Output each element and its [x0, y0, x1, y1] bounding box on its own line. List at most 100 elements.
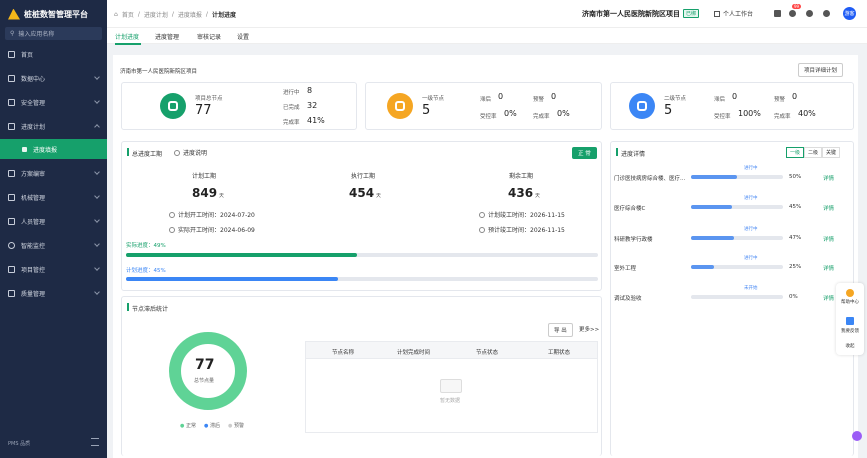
- top-bar: ⌂ 首页 / 进度计划 / 进度填报 / 计划进度 济南市第一人民医院新院区项目…: [107, 0, 867, 27]
- level-2-toggle[interactable]: 二级: [804, 147, 823, 158]
- expected-completion-text: 预计竣工时间：2026-11-15: [488, 227, 565, 234]
- sidebar-item-label: 进度填报: [33, 146, 58, 154]
- chevron-down-icon: [94, 217, 100, 223]
- progress-fill: [691, 205, 733, 209]
- kv-label: 完成率: [774, 114, 791, 120]
- project-selector[interactable]: 济南市第一人民医院新院区项目: [582, 9, 680, 19]
- remaining-duration-label: 剩余工期: [509, 173, 534, 180]
- clock-icon: [169, 211, 175, 218]
- sidebar-item-data-center[interactable]: 数据中心: [0, 67, 107, 89]
- progress-detail-link[interactable]: 详情: [823, 204, 834, 212]
- explain-link[interactable]: 进度说明: [174, 148, 207, 157]
- sidebar-item-machinery[interactable]: 机械管理: [0, 186, 107, 208]
- progress-percent: 0%: [789, 294, 798, 300]
- kv-label: 进行中: [283, 90, 300, 96]
- progress-status: 进行中: [744, 227, 758, 232]
- sidebar-search-input[interactable]: ⚲ 输入应用名称: [5, 27, 102, 40]
- sidebar-item-schedule[interactable]: 进度计划: [0, 115, 107, 137]
- export-button[interactable]: 导 出: [548, 323, 573, 337]
- collapse-button[interactable]: 收起: [836, 343, 864, 349]
- clock-icon: [479, 211, 485, 218]
- bell-icon[interactable]: [789, 10, 796, 17]
- kv-value: 0: [792, 92, 798, 101]
- app-logo[interactable]: 桩桩数智管理平台: [8, 6, 88, 22]
- gear-icon[interactable]: [823, 10, 830, 17]
- tab-progress-management[interactable]: 进度管理: [155, 32, 179, 41]
- avatar[interactable]: 游客: [843, 7, 856, 20]
- workspace-link[interactable]: 个人工作台: [714, 9, 753, 18]
- chevron-down-icon: [94, 74, 100, 80]
- level-1-toggle[interactable]: 一级: [786, 147, 805, 158]
- explain-label: 进度说明: [183, 150, 208, 157]
- stat-label: 项目总节点: [195, 96, 223, 102]
- planned-duration: 849 天: [192, 186, 224, 200]
- collapse-menu-icon[interactable]: [91, 438, 99, 446]
- progress-percent: 25%: [789, 264, 802, 270]
- column-header: 计划完成时间: [397, 350, 431, 356]
- search-icon: ⚲: [10, 30, 15, 37]
- chevron-down-icon: [94, 289, 100, 295]
- sidebar-item-personnel[interactable]: 人员管理: [0, 210, 107, 232]
- breadcrumb-item[interactable]: 进度填报: [178, 10, 202, 19]
- help-icon[interactable]: [806, 10, 813, 17]
- sidebar-item-label: 进度计划: [21, 123, 46, 131]
- feedback-icon: [846, 317, 854, 325]
- stat-value: 5: [664, 103, 673, 118]
- user-icon: [8, 217, 15, 225]
- sidebar-item-progress-fill[interactable]: 进度填报: [0, 139, 107, 159]
- progress-detail-panel: 进度详情 一级 二级 关键 进行中 门诊医技病房综合楼、医疗... 50% 详情 进行中…: [610, 141, 854, 456]
- machine-icon: [8, 193, 15, 201]
- panel-accent: [616, 148, 618, 156]
- sidebar-item-project-control[interactable]: 项目管控: [0, 258, 107, 280]
- kv-value: 0%: [504, 109, 517, 118]
- status-normal-button[interactable]: 正 常: [572, 147, 597, 159]
- donut-total-label: 总节点量: [194, 378, 215, 384]
- kv-label: 完成率: [533, 114, 550, 120]
- panel-accent: [127, 303, 129, 311]
- sidebar-item-home[interactable]: 首页: [0, 43, 107, 65]
- progress-detail-link[interactable]: 详情: [823, 294, 834, 302]
- remaining-duration-value: 436: [508, 186, 534, 200]
- planned-completion-text: 计划竣工时间：2026-11-15: [488, 212, 565, 219]
- progress-detail-link[interactable]: 详情: [823, 264, 834, 272]
- kv-value: 100%: [738, 109, 761, 118]
- tab-audit-records[interactable]: 审核记录: [197, 32, 221, 41]
- breadcrumb-item[interactable]: 首页: [122, 10, 134, 19]
- panel-title: 总进度工期: [132, 151, 163, 158]
- key-toggle[interactable]: 关键: [822, 147, 841, 158]
- assistant-icon[interactable]: [852, 431, 862, 441]
- planned-start-text: 计划开工时间：2024-07-20: [178, 212, 255, 219]
- tab-settings[interactable]: 设置: [237, 32, 249, 41]
- help-center-link[interactable]: 帮助中心: [836, 299, 864, 305]
- column-header: 节点状态: [476, 350, 499, 356]
- legend-label: 滞后: [209, 423, 220, 429]
- more-link[interactable]: 更多>>: [579, 325, 599, 333]
- kv-value: 32: [307, 101, 318, 110]
- kv-value: 8: [307, 86, 313, 95]
- sidebar-item-plan-review[interactable]: 方案编审: [0, 162, 107, 184]
- chevron-down-icon: [94, 265, 100, 271]
- tab-bar: 计划进度 进度管理 审核记录 设置: [107, 27, 867, 45]
- tab-plan-progress[interactable]: 计划进度: [115, 32, 139, 41]
- plan-progress-track: [126, 277, 598, 281]
- legend-label: 正常: [185, 423, 196, 429]
- monitor-icon: [8, 74, 15, 82]
- progress-status: 进行中: [744, 196, 758, 201]
- sidebar-item-monitoring[interactable]: 智能监控: [0, 234, 107, 256]
- progress-detail-link[interactable]: 详情: [823, 235, 834, 243]
- feedback-link[interactable]: 我要反馈: [836, 328, 864, 334]
- home-icon[interactable]: ⌂: [114, 11, 118, 18]
- actual-start-text: 实际开工时间：2024-06-09: [178, 227, 255, 234]
- planned-duration-value: 849: [192, 186, 218, 200]
- file-icon: [8, 169, 15, 177]
- breadcrumb-item[interactable]: 进度计划: [144, 10, 168, 19]
- stat-card-total: 项目总节点 77 进行中 8 已完成 32 完成率 41%: [121, 82, 357, 130]
- calendar-icon[interactable]: [774, 10, 781, 17]
- sidebar-item-quality[interactable]: 质量管理: [0, 282, 107, 304]
- project-detail-plan-button[interactable]: 项目详细计划: [798, 63, 844, 77]
- sidebar-item-safety[interactable]: 安全管理: [0, 91, 107, 113]
- progress-detail-link[interactable]: 详情: [823, 174, 834, 182]
- info-icon: [174, 149, 180, 156]
- node-table-body: 暂无数据: [305, 359, 598, 433]
- progress-track: [691, 295, 783, 299]
